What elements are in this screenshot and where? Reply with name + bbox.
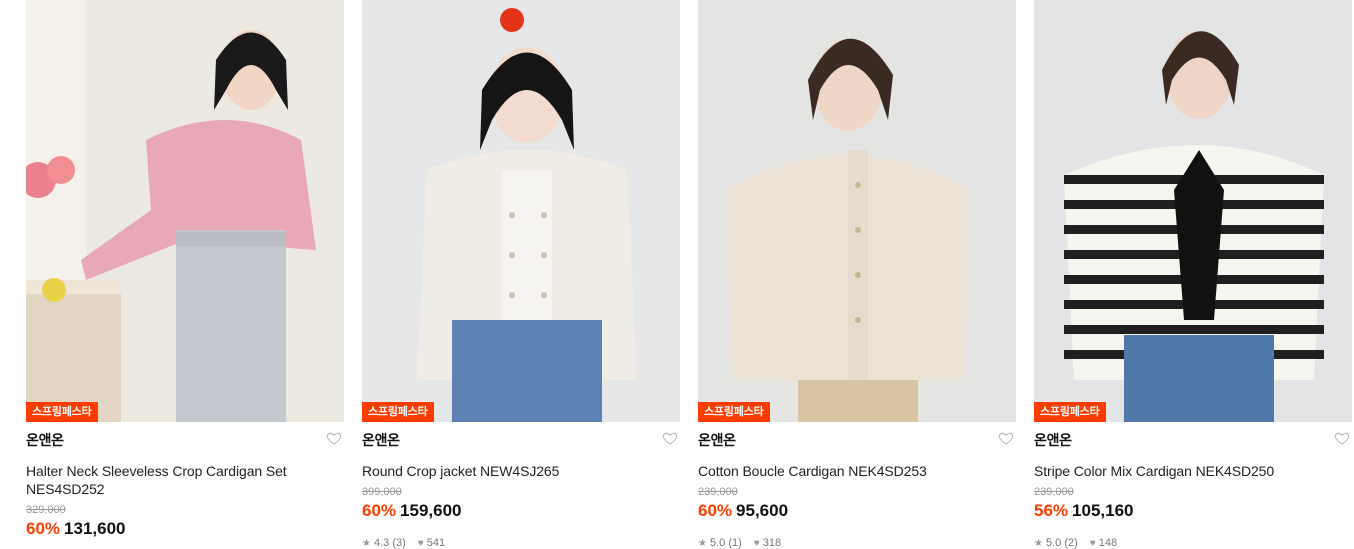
discount-rate: 60% [362,501,397,520]
original-price: 399,000 [362,486,402,498]
brand-name[interactable]: 온앤온 [698,430,736,450]
rating-value: 5.0 [1045,537,1062,549]
product-stats: ★ 5.0 (1) ♥ 318 [698,537,1016,549]
heart-icon[interactable] [1334,430,1350,446]
product-card[interactable]: 스프링페스타 온앤온 Round Crop jacket NEW4SJ265 3… [362,0,680,549]
heart-icon[interactable] [326,430,342,446]
like-count: 148 [1098,537,1118,549]
review-count: (1) [728,537,742,549]
product-card[interactable]: 스프링페스타 온앤온 Stripe Color Mix Cardigan NEK… [1034,0,1352,549]
heart-icon[interactable] [662,430,678,446]
product-grid: 스프링페스타 온앤온 Halter Neck Sleeveless Crop C… [0,0,1354,549]
sale-price: 131,600 [64,519,126,538]
brand-name[interactable]: 온앤온 [362,430,400,450]
product-image[interactable]: 스프링페스타 [362,0,680,422]
sale-price: 159,600 [400,501,462,520]
product-stats: ★ 5.0 (2) ♥ 148 [1034,537,1352,549]
likes-group: ♥ 541 [418,537,445,549]
promo-badge: 스프링페스타 [26,402,98,422]
brand-name[interactable]: 온앤온 [26,430,64,450]
rating-group: ★ 5.0 (2) [1034,537,1078,549]
promo-badge: 스프링페스타 [698,402,770,422]
discount-rate: 60% [26,519,61,538]
rating-value: 4.3 [373,537,390,549]
product-name[interactable]: Halter Neck Sleeveless Crop Cardigan Set… [26,462,326,498]
promo-badge: 스프링페스타 [362,402,434,422]
rating-value: 5.0 [709,537,726,549]
sale-price: 95,600 [736,501,789,520]
review-count: (2) [1064,537,1078,549]
original-price: 329,000 [26,504,66,516]
product-name[interactable]: Stripe Color Mix Cardigan NEK4SD250 [1034,462,1334,480]
product-image[interactable]: 스프링페스타 [26,0,344,422]
likes-group: ♥ 148 [1090,537,1117,549]
review-count: (3) [392,537,406,549]
promo-badge: 스프링페스타 [1034,402,1106,422]
product-name[interactable]: Cotton Boucle Cardigan NEK4SD253 [698,462,998,480]
rating-group: ★ 4.3 (3) [362,537,406,549]
original-price: 239,000 [1034,486,1074,498]
heart-icon[interactable] [998,430,1014,446]
product-stats: ★ 4.3 (3) ♥ 541 [362,537,680,549]
sale-price: 105,160 [1072,501,1134,520]
product-card[interactable]: 스프링페스타 온앤온 Halter Neck Sleeveless Crop C… [26,0,344,541]
discount-rate: 56% [1034,501,1069,520]
product-name[interactable]: Round Crop jacket NEW4SJ265 [362,462,662,480]
brand-name[interactable]: 온앤온 [1034,430,1072,450]
rating-group: ★ 5.0 (1) [698,537,742,549]
original-price: 239,000 [698,486,738,498]
product-image[interactable]: 스프링페스타 [1034,0,1352,422]
like-count: 318 [762,537,782,549]
product-image[interactable]: 스프링페스타 [698,0,1016,422]
product-card[interactable]: 스프링페스타 온앤온 Cotton Boucle Cardigan NEK4SD… [698,0,1016,549]
discount-rate: 60% [698,501,733,520]
like-count: 541 [426,537,446,549]
likes-group: ♥ 318 [754,537,781,549]
